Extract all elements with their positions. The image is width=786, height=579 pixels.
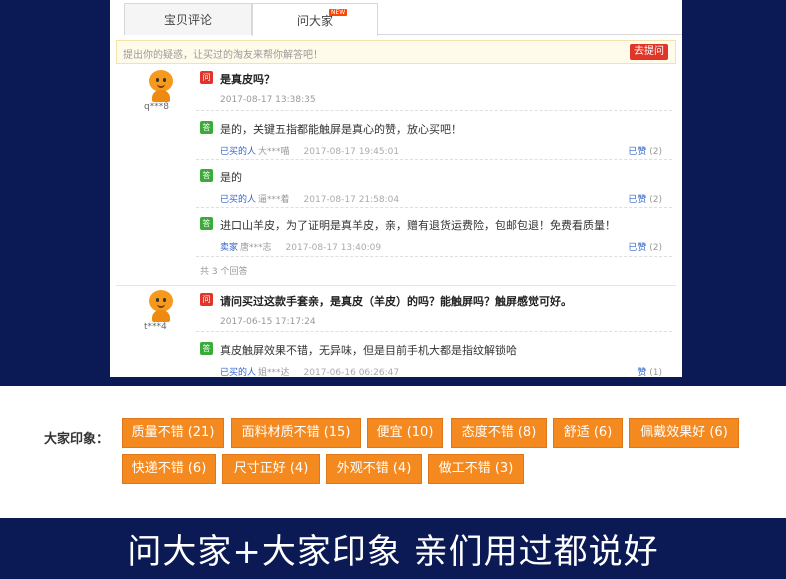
like-button[interactable]: 已赞 (2) [628, 240, 662, 253]
question-icon: 问 [200, 293, 213, 306]
divider [196, 331, 672, 332]
like-count: (2) [649, 243, 662, 253]
answer-user: 逼***着 [258, 195, 290, 205]
new-badge: NEW [329, 9, 348, 16]
impression-tag[interactable]: 面料材质不错 (15) [231, 418, 361, 448]
promo-banner: 问大家+大家印象 亲们用过都说好 [0, 518, 786, 579]
divider [196, 159, 672, 160]
ask-all-panel: 宝贝评论 问大家 NEW 提出你的疑惑，让买过的淘友来帮你解答吧！ 去提问 q*… [110, 0, 682, 377]
avatar-head-icon [149, 70, 173, 92]
impression-tag[interactable]: 外观不错 (4) [326, 454, 422, 484]
answer-time: 2017-08-17 19:45:01 [303, 147, 400, 157]
answer-text: 是的，关键五指都能触屏是真心的赞，放心买吧！ [220, 123, 462, 136]
answer-time: 2017-08-17 13:40:09 [285, 243, 382, 253]
tab-reviews[interactable]: 宝贝评论 [124, 3, 252, 35]
impression-tag[interactable]: 舒适 (6) [553, 418, 623, 448]
answer-meta: 已买的人 大***喵 2017-08-17 19:45:01 [220, 144, 399, 157]
ask-question-placeholder: 提出你的疑惑，让买过的淘友来帮你解答吧！ [123, 50, 323, 61]
avatar [146, 290, 176, 322]
avatar-eye [163, 78, 166, 82]
username: q***8 [144, 102, 169, 112]
question-item: q***8 问 是真皮吗？ 2017-08-17 13:38:35 答 是的，关… [116, 66, 676, 282]
answer-text: 进口山羊皮，为了证明是真羊皮，亲，赠有退货运费险，包邮包退！免费看质量！ [220, 219, 616, 232]
ask-question-button[interactable]: 去提问 [630, 44, 668, 60]
question-time: 2017-06-15 17:17:24 [220, 317, 316, 327]
answer-role[interactable]: 卖家 [220, 243, 238, 253]
answer-icon: 答 [200, 217, 213, 230]
answer-icon: 答 [200, 121, 213, 134]
like-button[interactable]: 赞 (1) [637, 365, 662, 377]
answer-user: 大***喵 [258, 147, 290, 157]
avatar-body [152, 90, 170, 102]
impression-tag[interactable]: 质量不错 (21) [122, 418, 224, 448]
answer-meta: 卖家 唐***志 2017-08-17 13:40:09 [220, 240, 381, 253]
impression-tag[interactable]: 做工不错 (3) [428, 454, 524, 484]
like-label: 已赞 [628, 243, 647, 253]
impression-tag[interactable]: 快递不错 (6) [122, 454, 216, 484]
like-button[interactable]: 已赞 (2) [628, 192, 662, 205]
answer-user: 姐***达 [258, 368, 290, 377]
question-text[interactable]: 是真皮吗？ [220, 71, 275, 87]
username: t***4 [144, 322, 167, 332]
like-count: (1) [649, 368, 662, 377]
avatar-mouth [157, 304, 165, 308]
answer-icon: 答 [200, 169, 213, 182]
impression-tag[interactable]: 佩戴效果好 (6) [629, 418, 739, 448]
avatar-eye [156, 78, 159, 82]
answer-user: 唐***志 [240, 243, 272, 253]
like-label: 赞 [637, 368, 647, 377]
question-text[interactable]: 请问买过这款手套亲，是真皮（羊皮）的吗？能触屏吗？触屏感觉可好。 [220, 293, 572, 309]
answer-meta: 已买的人 姐***达 2017-06-16 06:26:47 [220, 365, 399, 377]
question-icon: 问 [200, 71, 213, 84]
impression-tag[interactable]: 便宜 (10) [367, 418, 443, 448]
tab-bar: 宝贝评论 问大家 NEW [124, 0, 682, 36]
answer-role[interactable]: 已买的人 [220, 147, 256, 157]
impression-tag[interactable]: 尺寸正好 (4) [222, 454, 320, 484]
banner-text: 问大家+大家印象 亲们用过都说好 [127, 532, 659, 572]
answer-icon: 答 [200, 342, 213, 355]
tab-ask-all-label: 问大家 [296, 13, 333, 28]
answer-role[interactable]: 已买的人 [220, 195, 256, 205]
impression-section: 大家印象： 质量不错 (21) 面料材质不错 (15) 便宜 (10) 态度不错… [0, 386, 786, 518]
avatar-eye [163, 298, 166, 302]
avatar-mouth [157, 84, 165, 88]
divider [196, 207, 672, 208]
avatar-head-icon [149, 290, 173, 312]
impression-tag[interactable]: 态度不错 (8) [451, 418, 547, 448]
answer-time: 2017-08-17 21:58:04 [303, 195, 400, 205]
like-label: 已赞 [628, 147, 647, 157]
answer-count[interactable]: 共 3 个回答 [200, 264, 247, 277]
avatar-body [152, 310, 170, 322]
tab-reviews-label: 宝贝评论 [163, 13, 212, 27]
ask-question-bar[interactable]: 提出你的疑惑，让买过的淘友来帮你解答吧！ 去提问 [116, 40, 676, 64]
answer-text: 真皮触屏效果不错，无异味，但是目前手机大都是指纹解锁哈 [220, 344, 517, 357]
question-item: t***4 问 请问买过这款手套亲，是真皮（羊皮）的吗？能触屏吗？触屏感觉可好。… [116, 285, 676, 377]
like-count: (2) [649, 195, 662, 205]
divider [196, 110, 672, 111]
like-button[interactable]: 已赞 (2) [628, 144, 662, 157]
like-count: (2) [649, 147, 662, 157]
avatar [146, 70, 176, 102]
divider [196, 256, 672, 257]
answer-role[interactable]: 已买的人 [220, 368, 256, 377]
question-time: 2017-08-17 13:38:35 [220, 95, 316, 105]
avatar-eye [156, 298, 159, 302]
answer-text: 是的 [220, 171, 242, 184]
answer-meta: 已买的人 逼***着 2017-08-17 21:58:04 [220, 192, 399, 205]
answer-time: 2017-06-16 06:26:47 [303, 368, 400, 377]
like-label: 已赞 [628, 195, 647, 205]
tab-ask-all[interactable]: 问大家 NEW [252, 3, 378, 36]
impression-label: 大家印象： [44, 432, 110, 447]
